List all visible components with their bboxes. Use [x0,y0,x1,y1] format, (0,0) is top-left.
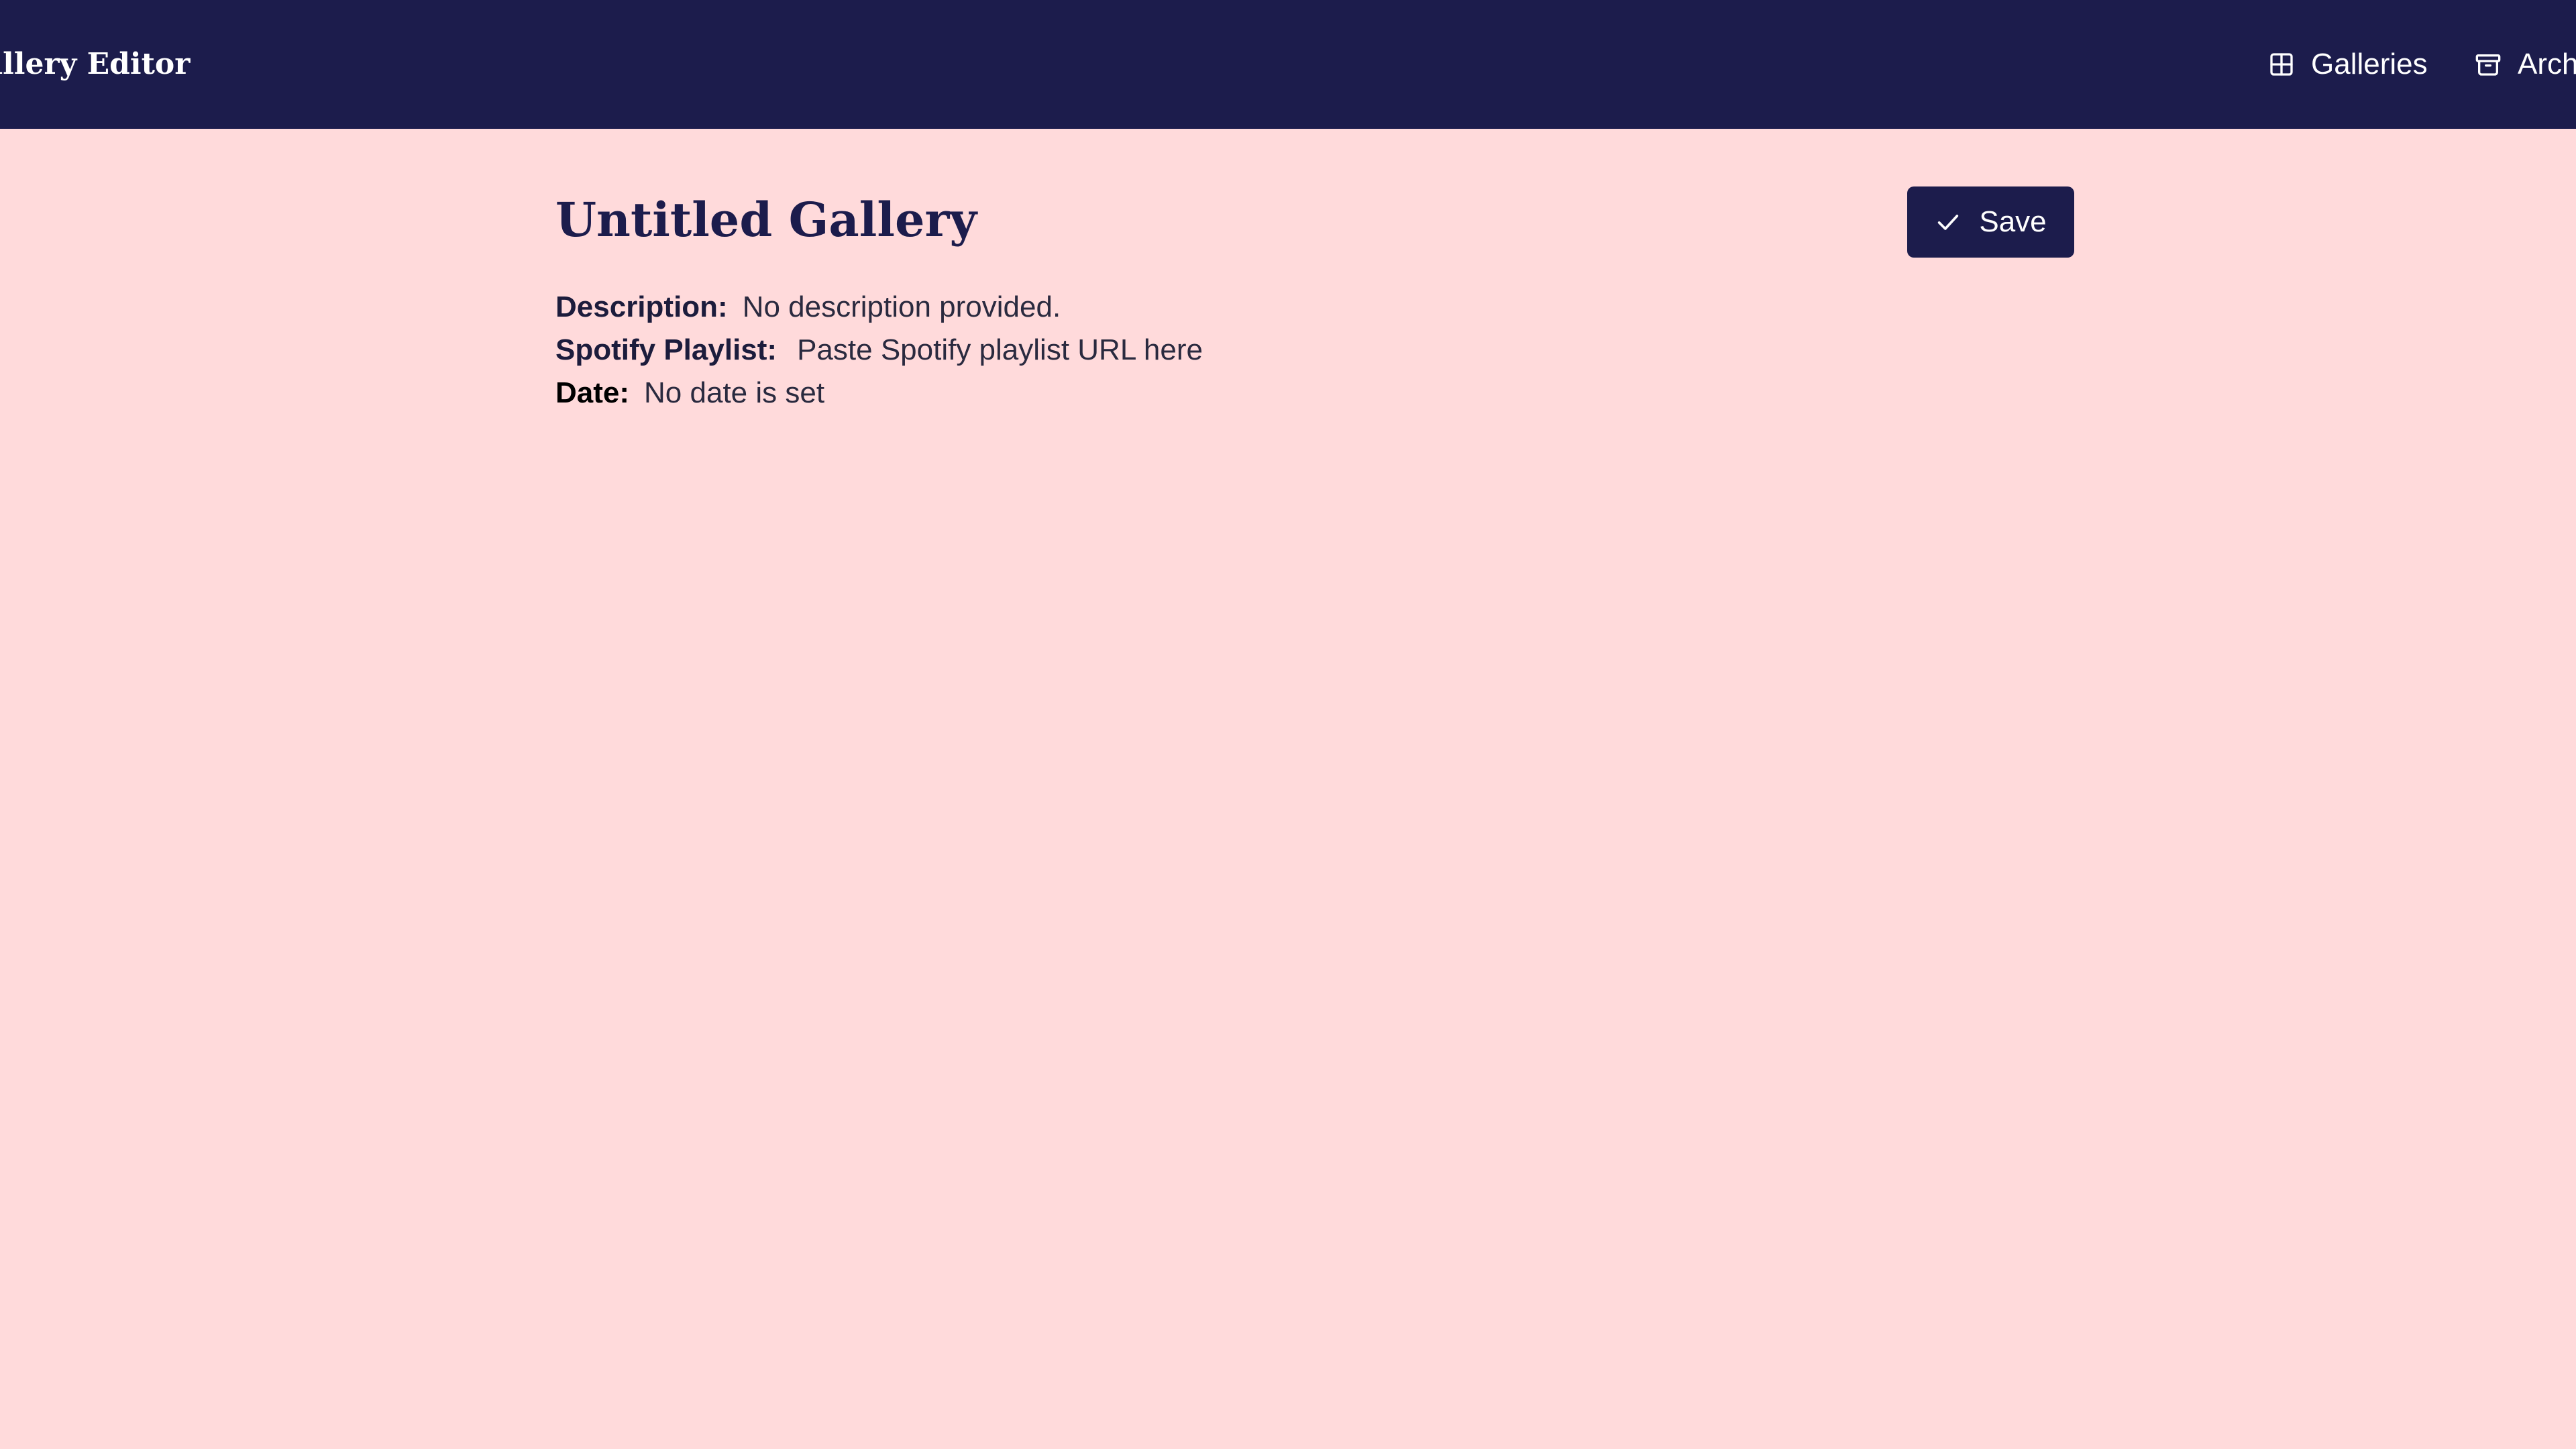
description-label: Description: [555,290,728,323]
spotify-row: Spotify Playlist: Paste Spotify playlist… [555,329,1203,372]
description-value[interactable]: No description provided. [743,286,1061,329]
date-label: Date: [555,376,630,409]
nav-galleries[interactable]: Galleries [2268,43,2428,86]
gallery-title[interactable]: Untitled Gallery [555,185,977,255]
nav-archive-label: Archive [2518,48,2576,80]
save-button-label: Save [1979,205,2047,238]
save-button[interactable]: Save [1907,186,2074,258]
top-navigation-bar: Gallery Editor Galleries Archive [0,0,2576,129]
spotify-label: Spotify Playlist: [555,333,777,366]
nav-archive[interactable]: Archive [2475,43,2576,86]
gallery-details: Description: No description provided. Sp… [555,286,1203,415]
archive-icon [2475,51,2502,78]
date-row: Date: No date is set [555,372,1203,415]
description-row: Description: No description provided. [555,286,1203,329]
grid-icon [2268,51,2295,78]
date-value[interactable]: No date is set [644,372,824,415]
app-brand[interactable]: Gallery Editor [0,43,190,86]
nav-galleries-label: Galleries [2311,48,2428,80]
check-icon [1935,209,1962,235]
spotify-playlist-input[interactable]: Paste Spotify playlist URL here [797,329,1203,372]
